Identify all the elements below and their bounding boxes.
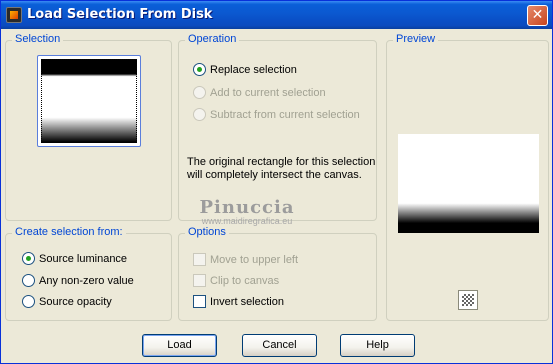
options-legend: Options: [185, 226, 229, 238]
radio-icon: [193, 63, 206, 76]
cancel-button[interactable]: Cancel: [242, 334, 317, 357]
checkbox-move-to-upper-left: Move to upper left: [193, 253, 298, 266]
checkbox-label: Clip to canvas: [210, 274, 280, 287]
checkbox-icon: [193, 253, 206, 266]
radio-source-luminance[interactable]: Source luminance: [22, 252, 127, 265]
radio-add-to-selection: Add to current selection: [193, 86, 326, 99]
create-from-legend: Create selection from:: [12, 226, 126, 238]
radio-label: Source opacity: [39, 295, 112, 308]
info-line-1: The original rectangle for this selectio…: [187, 156, 376, 168]
checkbox-invert-selection[interactable]: Invert selection: [193, 295, 284, 308]
radio-icon: [22, 295, 35, 308]
selection-legend: Selection: [12, 33, 64, 45]
close-icon: ✕: [531, 7, 544, 23]
checker-preview-icon[interactable]: [458, 290, 478, 310]
radio-icon: [22, 252, 35, 265]
checkbox-icon: [193, 274, 206, 287]
radio-replace-selection[interactable]: Replace selection: [193, 63, 297, 76]
radio-icon: [193, 108, 206, 121]
radio-subtract-from-selection: Subtract from current selection: [193, 108, 360, 121]
preview-canvas: [398, 134, 539, 233]
load-button[interactable]: Load: [142, 334, 217, 357]
radio-icon: [193, 86, 206, 99]
radio-label: Replace selection: [210, 63, 297, 76]
app-icon: [6, 7, 22, 23]
radio-label: Source luminance: [39, 252, 128, 265]
radio-source-opacity[interactable]: Source opacity: [22, 295, 112, 308]
title-bar[interactable]: Load Selection From Disk ✕: [1, 1, 552, 29]
help-button[interactable]: Help: [340, 334, 415, 357]
info-line-2: will completely intersect the canvas.: [187, 169, 362, 181]
window-title: Load Selection From Disk: [27, 7, 213, 22]
radio-label: Any non-zero value: [39, 274, 134, 287]
selection-thumbnail[interactable]: [37, 55, 141, 147]
operation-legend: Operation: [185, 33, 240, 45]
radio-icon: [22, 274, 35, 287]
radio-label: Add to current selection: [210, 86, 326, 99]
radio-any-non-zero[interactable]: Any non-zero value: [22, 274, 134, 287]
checkbox-icon: [193, 295, 206, 308]
dialog-window: Load Selection From Disk ✕ Selection Ope…: [0, 0, 553, 364]
operation-info-text: The original rectangle for this selectio…: [187, 156, 377, 182]
checkbox-clip-to-canvas: Clip to canvas: [193, 274, 279, 287]
checkbox-label: Move to upper left: [210, 253, 299, 266]
close-button[interactable]: ✕: [527, 5, 548, 26]
preview-legend: Preview: [393, 33, 439, 45]
checkbox-label: Invert selection: [210, 295, 284, 308]
radio-label: Subtract from current selection: [210, 108, 360, 121]
selection-thumbnail-image: [41, 59, 137, 143]
